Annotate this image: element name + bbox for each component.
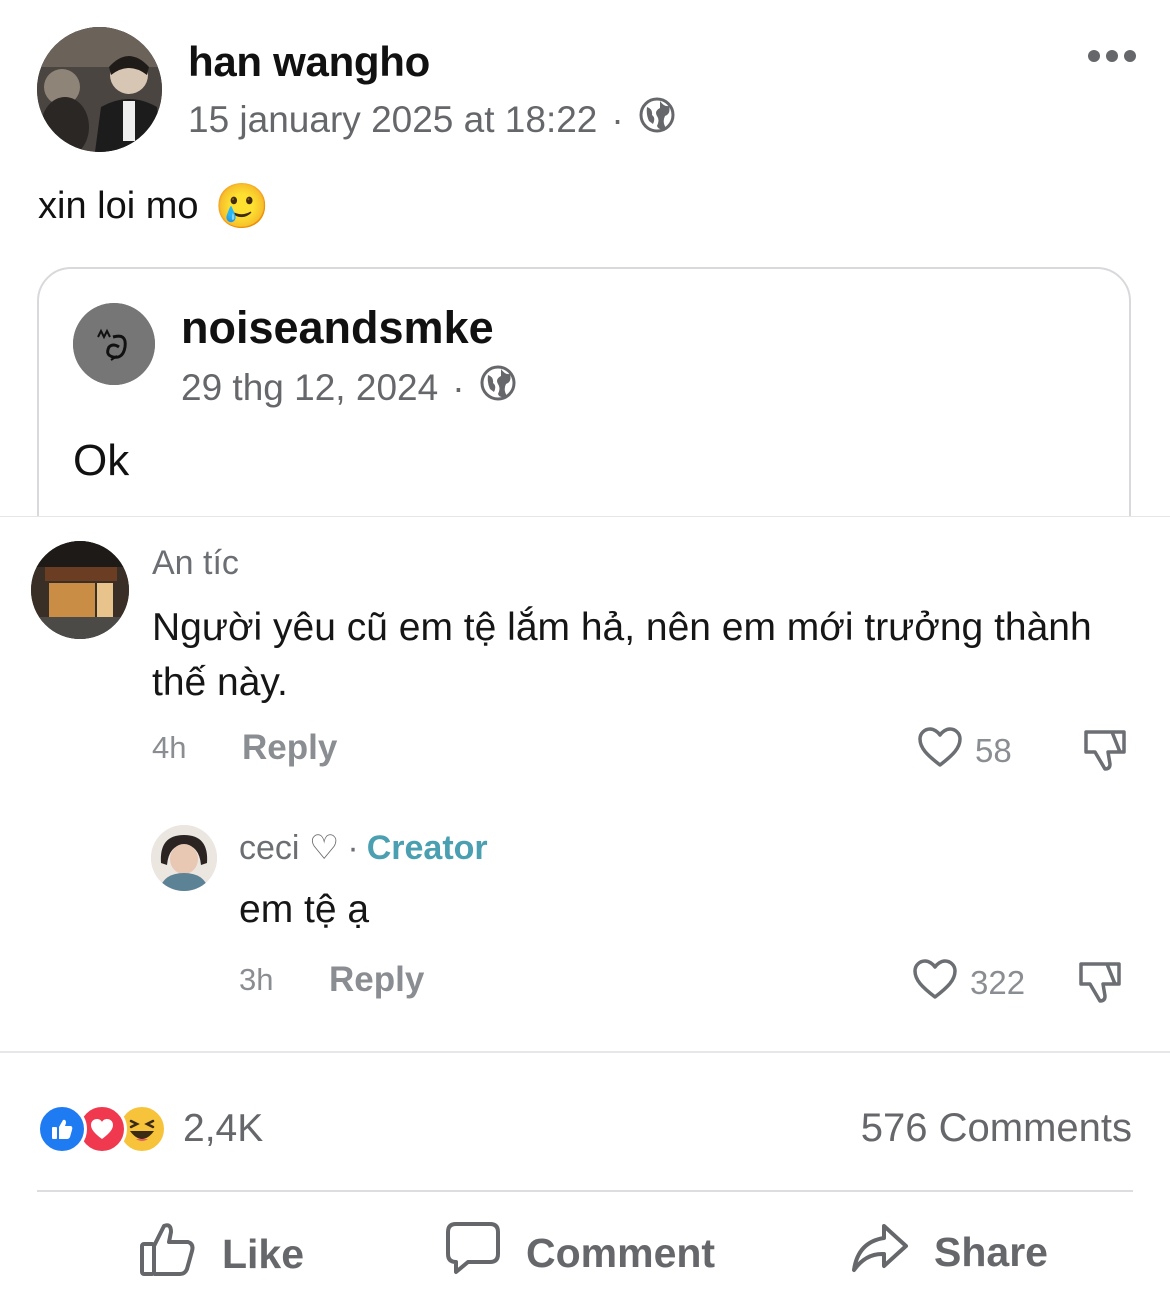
comment-like[interactable]: 58 [917, 726, 1012, 776]
like-reaction-icon [37, 1104, 87, 1154]
post-meta: 15 january 2025 at 18:22 · [188, 96, 676, 143]
comment-time: 3h [239, 962, 274, 997]
post-timestamp[interactable]: 15 january 2025 at 18:22 [188, 99, 597, 141]
commenter-avatar[interactable] [31, 541, 129, 639]
comment-author[interactable]: An tíc [152, 544, 239, 583]
author-avatar[interactable] [37, 27, 162, 152]
comment-label: Comment [526, 1229, 716, 1276]
shared-timestamp[interactable]: 29 thg 12, 2024 [181, 367, 438, 409]
creator-avatar[interactable] [151, 825, 217, 891]
meta-separator: · [452, 366, 465, 408]
divider [37, 1190, 1133, 1192]
globe-icon [479, 364, 517, 411]
reaction-count: 2,4K [183, 1107, 264, 1150]
meta-separator: · [611, 98, 624, 140]
post-body: xin loi mo [38, 184, 199, 227]
comment-text: Người yêu cũ em tệ lắm hả, nên em mới tr… [152, 606, 1092, 704]
shared-post-meta: 29 thg 12, 2024 · [181, 364, 517, 411]
comment-author[interactable]: ceci ♡ [239, 828, 339, 868]
reply-button[interactable]: Reply [329, 960, 424, 1000]
comment-time: 4h [152, 730, 187, 765]
shared-post-text: Ok [73, 436, 130, 485]
post-text: xin loi mo 🥲 [38, 180, 269, 232]
comments-count[interactable]: 576 Comments [861, 1106, 1132, 1151]
comment-like[interactable]: 322 [912, 958, 1025, 1008]
like-count: 58 [975, 732, 1012, 769]
share-label: Share [934, 1228, 1048, 1275]
meta-separator: · [347, 828, 359, 867]
reactions-summary[interactable]: 2,4K [37, 1104, 263, 1154]
shared-author-name[interactable]: noiseandsmke [181, 302, 494, 354]
like-count: 322 [970, 964, 1026, 1001]
globe-icon [638, 96, 676, 143]
comment-button[interactable]: Comment [444, 1220, 715, 1286]
post-author-name[interactable]: han wangho [188, 38, 430, 86]
comment-text: em tệ ạ [239, 888, 370, 931]
heart-icon[interactable] [917, 726, 963, 776]
creator-name-row: ceci ♡ · Creator [239, 828, 488, 868]
tearful-smile-emoji: 🥲 [214, 182, 270, 231]
share-button[interactable]: Share [850, 1220, 1048, 1284]
more-options-icon[interactable] [1088, 50, 1136, 62]
shared-author-avatar[interactable] [73, 303, 155, 385]
thumbs-up-icon [138, 1220, 198, 1288]
creator-badge: Creator [366, 828, 488, 867]
heart-icon[interactable] [912, 958, 958, 1008]
thumbs-down-icon[interactable] [1080, 726, 1130, 777]
share-arrow-icon [850, 1220, 910, 1284]
like-label: Like [222, 1230, 305, 1277]
reply-button[interactable]: Reply [242, 728, 337, 768]
like-button[interactable]: Like [138, 1220, 304, 1288]
thumbs-down-icon[interactable] [1075, 958, 1125, 1009]
speech-bubble-icon [444, 1220, 502, 1286]
